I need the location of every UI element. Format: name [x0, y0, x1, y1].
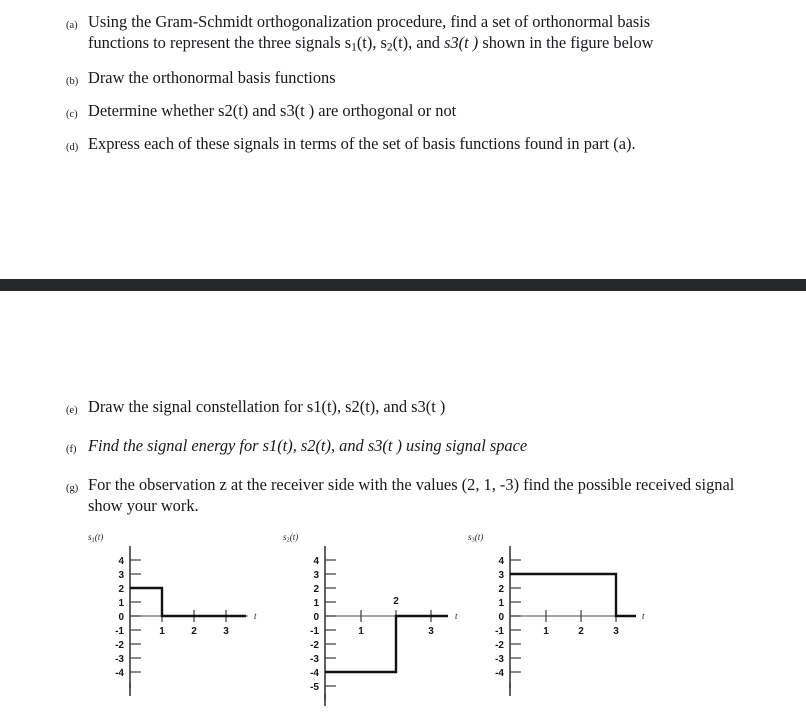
questions-bottom-group: (e) Draw the signal constellation for s1… [66, 396, 766, 530]
question-a-mid1: (t), s [356, 33, 387, 52]
question-label-c: (c) [66, 108, 78, 120]
svg-text:4: 4 [313, 556, 319, 567]
svg-text:-4: -4 [495, 668, 504, 679]
plot-s2-y-ticklabels: 4 3 2 1 0 -1 -2 -3 -4 -5 [310, 556, 319, 693]
plot-s3-y-ticks [510, 559, 521, 673]
plot-s1-canvas: t 4 3 2 1 0 -1 -2 -3 -4 1 2 3 [115, 546, 257, 696]
plot-s1-waveform [130, 586, 246, 618]
svg-text:-2: -2 [495, 640, 504, 651]
plot-s2-waveform [325, 614, 448, 674]
svg-text:0: 0 [498, 612, 504, 623]
svg-text:2: 2 [578, 626, 584, 637]
svg-text:1: 1 [498, 598, 504, 609]
svg-text:-5: -5 [310, 682, 319, 693]
plot-s2-xlabel: t [455, 611, 458, 621]
question-text-f: Find the signal energy for s1(t), s2(t),… [88, 436, 528, 455]
question-a-italic-s3: s3(t ) [444, 33, 479, 52]
question-text-c: Determine whether s2(t) and s3(t ) are o… [88, 100, 457, 120]
question-text-g: For the observation z at the receiver si… [88, 475, 735, 515]
question-text-d: Express each of these signals in terms o… [88, 133, 636, 153]
plot-s3-y-ticklabels: 4 3 2 1 0 -1 -2 -3 -4 [495, 556, 504, 679]
svg-text:4: 4 [118, 556, 124, 567]
plot-s1-y-ticks [130, 559, 141, 673]
question-item-e: (e) Draw the signal constellation for s1… [66, 396, 766, 421]
plot-s1-title: s1(t) [88, 532, 104, 544]
question-text-b: Draw the orthonormal basis functions [88, 67, 336, 87]
plot-s3-x-ticklabels: 1 2 3 [543, 626, 619, 637]
question-a-post: shown in the figure below [478, 33, 654, 52]
svg-text:2: 2 [191, 626, 197, 637]
svg-text:3: 3 [313, 570, 319, 581]
plot-s1-x-ticklabels: 1 2 3 [159, 626, 229, 637]
plot-s3-xlabel: t [642, 611, 645, 621]
plot-s1: s1(t) t 4 3 2 1 0 -1 -2 -3 -4 1 2 3 [88, 528, 288, 713]
svg-text:-1: -1 [310, 626, 319, 637]
question-label-b: (b) [66, 75, 79, 87]
question-item-a: (a) Using the Gram-Schmidt orthogonaliza… [66, 11, 766, 59]
question-label-f: (f) [66, 444, 77, 455]
svg-text:4: 4 [498, 556, 504, 567]
svg-text:0: 0 [118, 612, 124, 623]
svg-text:1: 1 [118, 598, 124, 609]
svg-text:-1: -1 [495, 626, 504, 637]
plot-s2-y-ticks [325, 559, 336, 687]
plot-s2-title: s2(t) [283, 532, 299, 544]
question-item-f: (f) Find the signal energy for s1(t), s2… [66, 435, 766, 460]
question-label-d: (d) [66, 141, 79, 153]
svg-text:1: 1 [159, 626, 165, 637]
svg-text:1: 1 [358, 626, 364, 637]
svg-text:-1: -1 [115, 626, 124, 637]
plot-s3-title: s3(t) [468, 532, 484, 544]
svg-text:2: 2 [393, 596, 399, 607]
svg-text:-2: -2 [115, 640, 124, 651]
svg-text:-4: -4 [115, 668, 124, 679]
page-divider-band [0, 279, 806, 291]
svg-text:-2: -2 [310, 640, 319, 651]
question-item-g: (g) For the observation z at the receive… [66, 474, 766, 516]
questions-top-group: (a) Using the Gram-Schmidt orthogonaliza… [66, 11, 766, 166]
question-a-line1: Using the Gram-Schmidt orthogonalization… [88, 12, 651, 31]
svg-text:3: 3 [223, 626, 229, 637]
question-a-line2-pre: functions to represent the three signals… [88, 33, 352, 52]
svg-text:2: 2 [313, 584, 319, 595]
plot-s1-y-ticklabels: 4 3 2 1 0 -1 -2 -3 -4 [115, 556, 124, 679]
plot-s3-waveform [510, 572, 636, 618]
svg-text:-3: -3 [310, 654, 319, 665]
plot-s3-canvas: t 4 3 2 1 0 -1 -2 -3 -4 1 2 3 [495, 546, 645, 696]
plot-s2-canvas: t 4 3 2 1 0 -1 -2 -3 -4 -5 1 2 3 [310, 546, 458, 706]
question-text-e: Draw the signal constellation for s1(t),… [88, 397, 446, 416]
svg-text:-3: -3 [115, 654, 124, 665]
question-a-mid2: (t), and [392, 33, 445, 52]
question-label-e: (e) [66, 405, 78, 416]
question-label-g: (g) [66, 483, 79, 494]
question-item-b: (b) Draw the orthonormal basis functions [66, 67, 766, 92]
svg-text:1: 1 [313, 598, 319, 609]
question-label-a: (a) [66, 20, 78, 31]
plot-s2: s2(t) t 4 3 2 1 0 -1 -2 -3 -4 -5 1 2 3 [283, 528, 483, 713]
svg-text:3: 3 [613, 626, 619, 637]
svg-text:-4: -4 [310, 668, 319, 679]
signal-figure-row: s1(t) t 4 3 2 1 0 -1 -2 -3 -4 1 2 3 s2(t… [0, 528, 806, 713]
svg-text:-3: -3 [495, 654, 504, 665]
svg-text:0: 0 [313, 612, 319, 623]
svg-text:3: 3 [428, 626, 434, 637]
plot-s1-xlabel: t [254, 611, 257, 621]
svg-text:3: 3 [498, 570, 504, 581]
svg-text:3: 3 [118, 570, 124, 581]
svg-text:2: 2 [118, 584, 124, 595]
svg-text:2: 2 [498, 584, 504, 595]
plot-s3: s3(t) t 4 3 2 1 0 -1 -2 -3 -4 1 2 3 [468, 528, 668, 713]
question-item-c: (c) Determine whether s2(t) and s3(t ) a… [66, 100, 766, 125]
svg-text:1: 1 [543, 626, 549, 637]
question-item-d: (d) Express each of these signals in ter… [66, 133, 766, 158]
question-text-a: Using the Gram-Schmidt orthogonalization… [88, 11, 766, 59]
